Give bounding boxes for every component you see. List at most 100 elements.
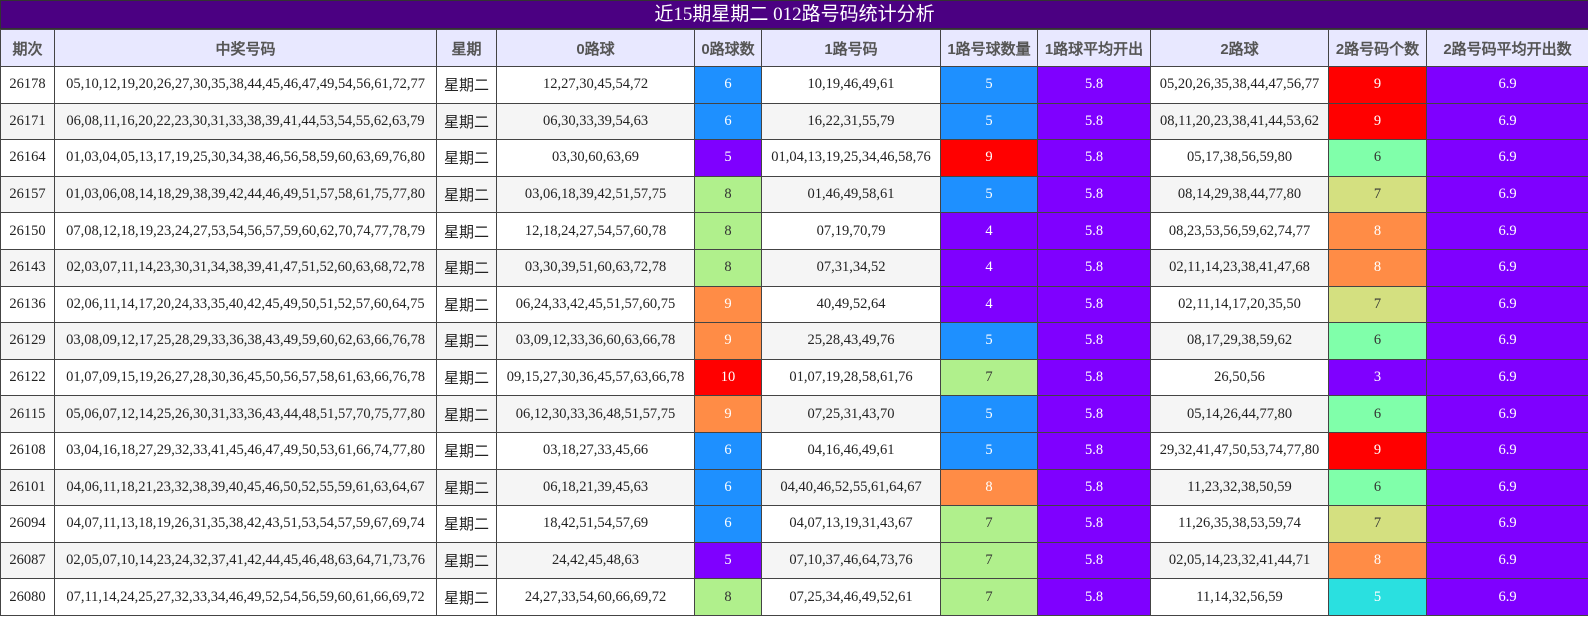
cell-period: 26108 [0, 431, 55, 470]
cell-route0-count: 9 [694, 285, 762, 324]
cell-period: 26178 [0, 66, 55, 104]
header-numbers: 中奖号码 [54, 29, 437, 67]
cell-route1-numbers: 07,10,37,46,64,73,76 [761, 541, 941, 580]
header-route1-count: 1路号球数量 [940, 29, 1038, 67]
cell-numbers: 04,07,11,13,18,19,26,31,35,38,42,43,51,5… [54, 505, 437, 543]
cell-route1-numbers: 25,28,43,49,76 [761, 322, 941, 360]
cell-route0-count: 6 [694, 505, 762, 543]
cell-period: 26164 [0, 139, 55, 177]
cell-week: 星期二 [436, 248, 497, 287]
cell-period: 26115 [0, 395, 55, 433]
cell-week: 星期二 [436, 66, 497, 104]
cell-route1-count: 4 [940, 248, 1038, 287]
cell-week: 星期二 [436, 541, 497, 580]
cell-route2-avg: 6.9 [1426, 322, 1588, 360]
cell-route1-count: 8 [940, 468, 1038, 507]
cell-route2-avg: 6.9 [1426, 578, 1588, 616]
cell-numbers: 01,03,04,05,13,17,19,25,30,34,38,46,56,5… [54, 139, 437, 177]
cell-route1-numbers: 07,31,34,52 [761, 248, 941, 287]
cell-route0-numbers: 03,30,39,51,60,63,72,78 [496, 248, 695, 287]
cell-route1-count: 7 [940, 505, 1038, 543]
cell-route2-numbers: 11,14,32,56,59 [1150, 578, 1329, 616]
cell-route1-avg: 5.8 [1037, 66, 1151, 104]
cell-period: 26101 [0, 468, 55, 507]
table-row: 26115 05,06,07,12,14,25,26,30,31,33,36,43… [0, 395, 1588, 433]
table-title: 近15期星期二 012路号码统计分析 [0, 0, 1588, 29]
cell-route2-numbers: 08,23,53,56,59,62,74,77 [1150, 212, 1329, 250]
cell-route2-avg: 6.9 [1426, 285, 1588, 324]
cell-route2-numbers: 05,14,26,44,77,80 [1150, 395, 1329, 433]
cell-route1-count: 5 [940, 431, 1038, 470]
cell-period: 26094 [0, 505, 55, 543]
cell-route1-numbers: 40,49,52,64 [761, 285, 941, 324]
cell-route2-numbers: 08,14,29,38,44,77,80 [1150, 175, 1329, 214]
cell-route1-avg: 5.8 [1037, 541, 1151, 580]
cell-route1-count: 5 [940, 102, 1038, 141]
table-row: 26108 03,04,16,18,27,29,32,33,41,45,46,47… [0, 431, 1588, 470]
cell-route1-numbers: 01,04,13,19,25,34,46,58,76 [761, 139, 941, 177]
table-row: 26136 02,06,11,14,17,20,24,33,35,40,42,45… [0, 285, 1588, 324]
cell-route1-avg: 5.8 [1037, 578, 1151, 616]
cell-route2-count: 6 [1328, 395, 1427, 433]
cell-route2-avg: 6.9 [1426, 175, 1588, 214]
table-row: 26094 04,07,11,13,18,19,26,31,35,38,42,43… [0, 505, 1588, 543]
cell-route1-avg: 5.8 [1037, 322, 1151, 360]
table-row: 26150 07,08,12,18,19,23,24,27,53,54,56,57… [0, 212, 1588, 250]
header-route1: 1路号码 [761, 29, 941, 67]
header-week: 星期 [436, 29, 497, 67]
cell-route2-count: 6 [1328, 139, 1427, 177]
table-row: 26143 02,03,07,11,14,23,30,31,34,38,39,41… [0, 248, 1588, 287]
cell-route1-numbers: 16,22,31,55,79 [761, 102, 941, 141]
cell-numbers: 04,06,11,18,21,23,32,38,39,40,45,46,50,5… [54, 468, 437, 507]
cell-route0-count: 5 [694, 541, 762, 580]
cell-route1-numbers: 07,25,34,46,49,52,61 [761, 578, 941, 616]
header-route2: 2路球 [1150, 29, 1329, 67]
cell-week: 星期二 [436, 139, 497, 177]
cell-route2-count: 9 [1328, 431, 1427, 470]
header-route2-count: 2路号码个数 [1328, 29, 1427, 67]
cell-route1-count: 7 [940, 578, 1038, 616]
cell-route0-count: 8 [694, 212, 762, 250]
cell-route2-count: 3 [1328, 358, 1427, 397]
cell-route2-avg: 6.9 [1426, 248, 1588, 287]
table-row: 26080 07,11,14,24,25,27,32,33,34,46,49,52… [0, 578, 1588, 616]
cell-route2-numbers: 02,11,14,23,38,41,47,68 [1150, 248, 1329, 287]
cell-route2-avg: 6.9 [1426, 212, 1588, 250]
cell-numbers: 02,05,07,10,14,23,24,32,37,41,42,44,45,4… [54, 541, 437, 580]
cell-route1-count: 9 [940, 139, 1038, 177]
header-route2-avg: 2路号码平均开出数 [1426, 29, 1588, 67]
cell-route1-count: 4 [940, 285, 1038, 324]
cell-route1-count: 5 [940, 175, 1038, 214]
cell-route1-avg: 5.8 [1037, 102, 1151, 141]
table-row: 26101 04,06,11,18,21,23,32,38,39,40,45,46… [0, 468, 1588, 507]
header-route0-count: 0路球数 [694, 29, 762, 67]
cell-route2-numbers: 02,05,14,23,32,41,44,71 [1150, 541, 1329, 580]
cell-numbers: 02,06,11,14,17,20,24,33,35,40,42,45,49,5… [54, 285, 437, 324]
cell-route0-numbers: 24,42,45,48,63 [496, 541, 695, 580]
cell-route0-numbers: 12,27,30,45,54,72 [496, 66, 695, 104]
cell-route2-numbers: 05,20,26,35,38,44,47,56,77 [1150, 66, 1329, 104]
cell-route2-count: 7 [1328, 505, 1427, 543]
cell-route2-avg: 6.9 [1426, 431, 1588, 470]
cell-route2-avg: 6.9 [1426, 139, 1588, 177]
cell-numbers: 05,10,12,19,20,26,27,30,35,38,44,45,46,4… [54, 66, 437, 104]
cell-week: 星期二 [436, 431, 497, 470]
cell-route2-count: 6 [1328, 322, 1427, 360]
cell-period: 26136 [0, 285, 55, 324]
cell-route1-numbers: 04,07,13,19,31,43,67 [761, 505, 941, 543]
cell-route2-count: 8 [1328, 541, 1427, 580]
cell-route0-numbers: 06,12,30,33,36,48,51,57,75 [496, 395, 695, 433]
cell-route2-avg: 6.9 [1426, 66, 1588, 104]
cell-numbers: 01,07,09,15,19,26,27,28,30,36,45,50,56,5… [54, 358, 437, 397]
cell-route2-numbers: 02,11,14,17,20,35,50 [1150, 285, 1329, 324]
cell-route2-numbers: 29,32,41,47,50,53,74,77,80 [1150, 431, 1329, 470]
cell-route2-count: 7 [1328, 285, 1427, 324]
cell-route0-count: 6 [694, 468, 762, 507]
cell-route0-numbers: 06,30,33,39,54,63 [496, 102, 695, 141]
cell-route0-numbers: 03,09,12,33,36,60,63,66,78 [496, 322, 695, 360]
cell-route1-count: 7 [940, 541, 1038, 580]
cell-route0-numbers: 03,06,18,39,42,51,57,75 [496, 175, 695, 214]
cell-numbers: 06,08,11,16,20,22,23,30,31,33,38,39,41,4… [54, 102, 437, 141]
cell-route0-count: 9 [694, 395, 762, 433]
cell-route0-count: 6 [694, 431, 762, 470]
